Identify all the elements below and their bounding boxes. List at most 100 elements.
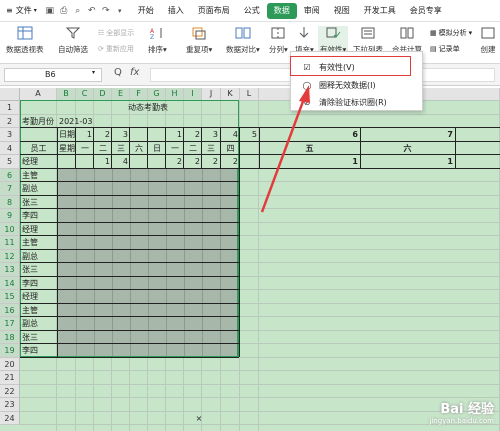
- tab-8[interactable]: 会员专享: [403, 3, 449, 19]
- weekday-cell: 五: [305, 143, 314, 153]
- split-button[interactable]: 分列▾: [269, 26, 288, 55]
- date-cell: 2: [194, 130, 200, 139]
- watermark: Bai 经验 jingyan.baidu.com: [429, 398, 494, 425]
- simulate-label: 模拟分析: [438, 29, 467, 37]
- name-box[interactable]: B6: [4, 68, 102, 82]
- create-button[interactable]: 创建: [480, 26, 496, 55]
- menu-bar: ≡ 文件 ▾ ▣ ⎙ ⌕ ↶ ↷ ▾ 开始 插入 页面布局 公式 数据 审阅 视图 开发工具会…: [0, 0, 500, 22]
- zoom-icon[interactable]: Q: [114, 67, 122, 78]
- row-header-15[interactable]: 15: [0, 290, 20, 304]
- row-header-3[interactable]: 3: [0, 128, 20, 142]
- row-header-21[interactable]: 21: [0, 371, 20, 385]
- sort-button[interactable]: AZ 排序▾: [148, 26, 167, 55]
- duplicates-button[interactable]: 重复项▾: [186, 26, 212, 55]
- tab-2[interactable]: 页面布局: [191, 3, 237, 19]
- record-button[interactable]: ▤ 记录单: [430, 44, 460, 54]
- stray-mark: ×: [195, 413, 203, 423]
- weekday-cell: 六: [135, 143, 143, 153]
- employee-name: 副总: [22, 251, 38, 261]
- row-header-17[interactable]: 17: [0, 317, 20, 331]
- watermark-url: jingyan.baidu.com: [429, 417, 494, 425]
- row5-value: 1: [352, 157, 358, 166]
- employee-name: 主管: [22, 170, 38, 180]
- record-icon: ▤: [430, 45, 437, 53]
- row-header-20[interactable]: 20: [0, 357, 20, 371]
- row-header-4[interactable]: 4: [0, 141, 20, 155]
- sheet-title: 动态考勤表: [128, 103, 168, 112]
- show-all-button[interactable]: ☷ 全部显示: [98, 28, 134, 38]
- tab-6[interactable]: 视图: [327, 3, 357, 19]
- row5-value: 2: [176, 157, 182, 166]
- select-all-corner[interactable]: [0, 88, 20, 101]
- fx-icon[interactable]: fx: [130, 67, 139, 78]
- tab-1[interactable]: 插入: [161, 3, 191, 19]
- row-header-23[interactable]: 23: [0, 398, 20, 412]
- chevron-down-icon[interactable]: ▾: [113, 4, 127, 18]
- print-icon[interactable]: ⎙: [57, 4, 71, 18]
- row-header-24[interactable]: 24: [0, 411, 20, 425]
- menu-item-circle-invalid[interactable]: ◯ 圈释无效数据(I): [291, 76, 424, 94]
- merge-calc-icon: [400, 27, 414, 39]
- date-cell: 7: [447, 130, 453, 139]
- row-header-9[interactable]: 9: [0, 209, 20, 223]
- pivot-table-label: 数据透视表: [6, 45, 44, 54]
- tab-4[interactable]: 数据: [266, 2, 297, 19]
- row-header-1[interactable]: 1: [0, 101, 20, 115]
- row-header-6[interactable]: 6: [0, 168, 20, 182]
- formula-bar: B6 ▾ Q fx: [0, 64, 500, 86]
- print-preview-icon[interactable]: ⌕: [71, 4, 85, 18]
- chevron-down-icon[interactable]: ▾: [92, 69, 95, 76]
- row-header-18[interactable]: 18: [0, 330, 20, 344]
- table-border: [57, 167, 58, 357]
- row-header-10[interactable]: 10: [0, 222, 20, 236]
- weekday-cell: 二: [99, 143, 107, 153]
- row-header-11[interactable]: 11: [0, 236, 20, 250]
- row-header-8[interactable]: 8: [0, 195, 20, 209]
- row5-value: 1: [104, 157, 110, 166]
- split-label: 分列: [269, 45, 284, 54]
- row5-value: 2: [194, 157, 200, 166]
- tab-0[interactable]: 开始: [131, 3, 161, 19]
- menu-item-circle-invalid-label: 圈释无效数据(I): [319, 80, 376, 90]
- row-header-7[interactable]: 7: [0, 182, 20, 196]
- weekday-label: 星期: [59, 143, 75, 153]
- tab-7[interactable]: 开发工具: [357, 3, 403, 19]
- row-header-14[interactable]: 14: [0, 276, 20, 290]
- row-header-19[interactable]: 19: [0, 344, 20, 358]
- reapply-button[interactable]: ⟳ 重新应用: [98, 44, 134, 54]
- employee-name: 主管: [22, 238, 38, 247]
- table-border: [239, 167, 240, 357]
- file-menu[interactable]: ≡ 文件 ▾: [0, 0, 43, 22]
- autofilter-label: 自动筛选: [58, 45, 88, 54]
- row-header-22[interactable]: 22: [0, 384, 20, 398]
- row5-value: 2: [232, 157, 238, 166]
- simulate-button[interactable]: ▦ 模拟分析 ▾: [430, 28, 472, 38]
- row-header-16[interactable]: 16: [0, 303, 20, 317]
- show-all-label: 全部显示: [106, 29, 135, 37]
- compare-button[interactable]: 数据对比▾: [226, 26, 260, 55]
- row-header-12[interactable]: 12: [0, 249, 20, 263]
- employee-name: 主管: [22, 305, 38, 315]
- tab-5[interactable]: 审阅: [297, 3, 327, 19]
- sort-label: 排序: [148, 45, 163, 54]
- tab-3[interactable]: 公式: [237, 3, 267, 19]
- row-header-5[interactable]: 5: [0, 155, 20, 169]
- autofilter-button[interactable]: 自动筛选: [58, 26, 88, 55]
- row5-value: 1: [447, 157, 453, 166]
- menu-item-clear-circles-label: 清除验证标识圈(R): [319, 97, 387, 107]
- filter-icon: [65, 27, 81, 39]
- pivot-table-icon: [17, 26, 33, 40]
- save-icon[interactable]: ▣: [43, 4, 57, 18]
- duplicates-label: 重复项: [186, 45, 209, 54]
- clear-circles-icon: ⊘: [303, 97, 311, 107]
- undo-icon[interactable]: ↶: [85, 4, 99, 18]
- row-header-2[interactable]: 2: [0, 114, 20, 128]
- redo-icon[interactable]: ↷: [99, 4, 113, 18]
- pivot-table-button[interactable]: 数据透视表: [6, 26, 44, 55]
- spreadsheet-grid[interactable]: ABCDEFGHIJKLM123456789101112131415161718…: [0, 88, 500, 431]
- date-cell: 4: [232, 130, 238, 139]
- row-header-13[interactable]: 13: [0, 263, 20, 277]
- menu-item-clear-circles[interactable]: ⊘ 清除验证标识圈(R): [291, 93, 424, 111]
- employee-name: 张三: [22, 265, 38, 274]
- dropdown-list-icon: [361, 27, 375, 39]
